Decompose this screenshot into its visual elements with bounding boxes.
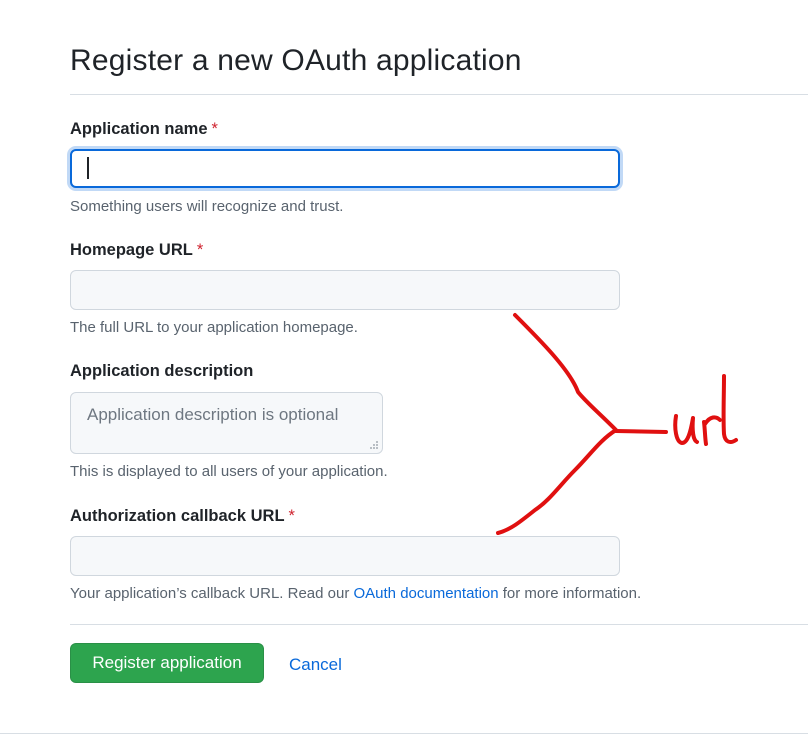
app-name-label: Application name * — [70, 120, 218, 139]
annotation-letter-u — [673, 414, 699, 445]
resize-grip-icon[interactable] — [369, 440, 379, 450]
title-divider — [70, 94, 808, 95]
required-asterisk: * — [196, 241, 204, 259]
homepage-url-label: Homepage URL * — [70, 241, 203, 260]
app-name-hint: Something users will recognize and trust… — [70, 198, 344, 215]
description-hint: This is displayed to all users of your a… — [70, 463, 388, 480]
app-name-label-text: Application name — [70, 120, 208, 138]
required-asterisk: * — [211, 120, 218, 138]
app-name-input[interactable] — [70, 149, 620, 188]
annotation-bracket — [496, 313, 618, 535]
cancel-link[interactable]: Cancel — [289, 655, 342, 675]
callback-url-label-text: Authorization callback URL — [70, 507, 285, 525]
register-application-button[interactable]: Register application — [70, 643, 264, 683]
handwritten-annotation — [496, 313, 738, 535]
annotation-dash — [614, 429, 668, 434]
required-asterisk: * — [288, 507, 295, 525]
callback-hint-suffix: for more information. — [498, 585, 642, 602]
callback-url-label: Authorization callback URL * — [70, 507, 295, 526]
oauth-documentation-link[interactable]: OAuth documentation — [354, 585, 499, 602]
callback-hint-prefix: Your application’s callback URL. Read ou… — [70, 585, 354, 602]
form-actions-divider — [70, 624, 808, 625]
page-title: Register a new OAuth application — [70, 44, 522, 77]
callback-url-hint: Your application’s callback URL. Read ou… — [70, 585, 641, 602]
footer-divider — [0, 733, 808, 734]
text-caret — [87, 157, 89, 179]
description-textarea[interactable] — [70, 392, 383, 454]
annotation-letter-r — [702, 415, 722, 446]
homepage-url-label-text: Homepage URL — [70, 241, 193, 259]
homepage-url-hint: The full URL to your application homepag… — [70, 319, 358, 336]
annotation-letter-l — [721, 374, 738, 444]
description-label: Application description — [70, 362, 254, 380]
